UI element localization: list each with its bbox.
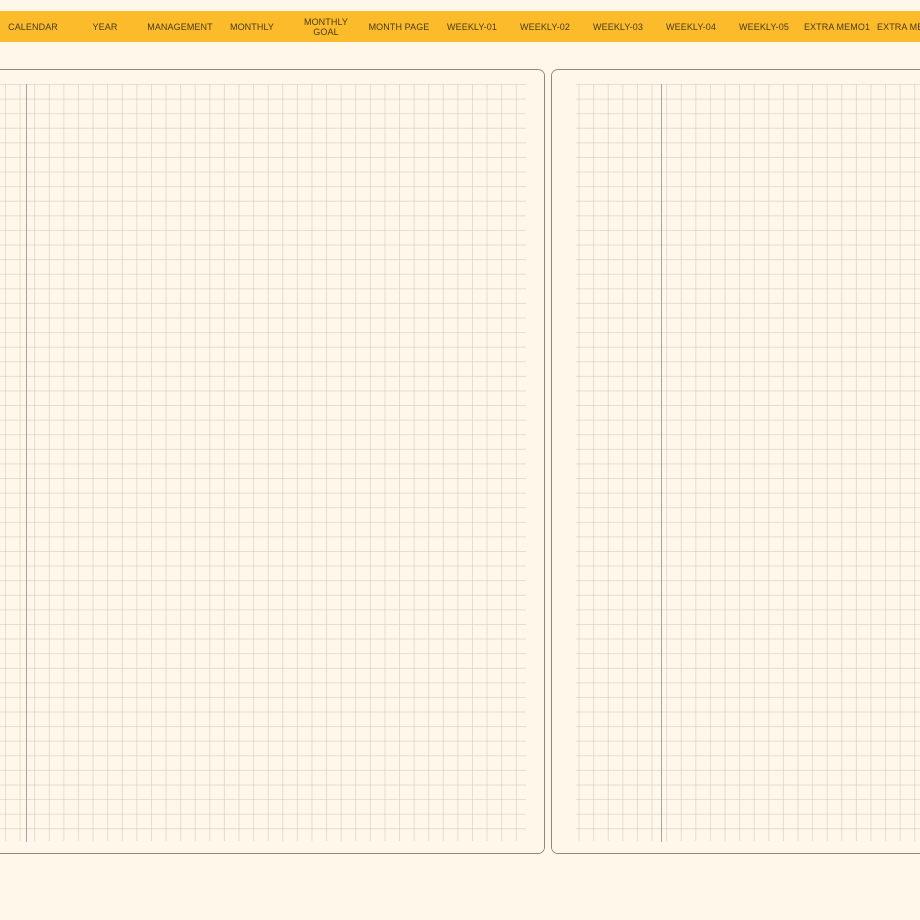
tab-month-page[interactable]: MONTH PAGE	[364, 11, 434, 42]
left-notebook-page[interactable]	[0, 69, 545, 854]
tab-month-page-label: MONTH PAGE	[368, 21, 430, 32]
tab-extra-memo1[interactable]: EXTRA MEMO1	[802, 11, 872, 42]
tab-weekly-03[interactable]: WEEKLY-03	[583, 11, 653, 42]
tab-weekly-03-label: WEEKLY-03	[593, 21, 643, 32]
tab-weekly-02[interactable]: WEEKLY-02	[510, 11, 580, 42]
tab-monthly-goal-label: MONTHLY GOAL	[303, 16, 349, 37]
page-right-margin	[526, 70, 544, 853]
tab-weekly-01-label: WEEKLY-01	[447, 21, 497, 32]
tab-monthly[interactable]: MONTHLY	[218, 11, 286, 42]
left-margin-line	[26, 84, 27, 842]
tab-calendar[interactable]: CALENDAR	[0, 11, 66, 42]
tab-extra-memo1-label: EXTRA MEMO1	[803, 21, 871, 32]
tab-year-label: YEAR	[92, 21, 118, 32]
tab-weekly-05-label: WEEKLY-05	[739, 21, 789, 32]
tab-weekly-04-label: WEEKLY-04	[666, 21, 716, 32]
tab-weekly-04[interactable]: WEEKLY-04	[656, 11, 726, 42]
section-tab-bar: CALENDAR YEAR MANAGEMENT MONTHLY MONTHLY…	[0, 11, 920, 42]
right-notebook-page[interactable]	[551, 69, 920, 854]
page-top-margin	[552, 70, 920, 84]
tab-year[interactable]: YEAR	[72, 11, 138, 42]
tab-extra-memo2-label: EXTRA ME	[877, 21, 920, 32]
tab-weekly-01[interactable]: WEEKLY-01	[437, 11, 507, 42]
tab-weekly-02-label: WEEKLY-02	[520, 21, 570, 32]
tab-management-label: MANAGEMENT	[147, 21, 213, 32]
tab-monthly-goal[interactable]: MONTHLY GOAL	[292, 11, 360, 42]
tab-calendar-label: CALENDAR	[8, 21, 58, 32]
right-margin-line	[661, 84, 662, 842]
page-left-margin	[552, 70, 576, 853]
page-top-margin	[0, 70, 544, 84]
tab-extra-memo2[interactable]: EXTRA ME	[877, 11, 920, 42]
page-bottom-margin	[552, 841, 920, 853]
tab-weekly-05[interactable]: WEEKLY-05	[729, 11, 799, 42]
tab-monthly-label: MONTHLY	[229, 21, 275, 32]
tab-management[interactable]: MANAGEMENT	[144, 11, 216, 42]
page-bottom-margin	[0, 841, 544, 853]
